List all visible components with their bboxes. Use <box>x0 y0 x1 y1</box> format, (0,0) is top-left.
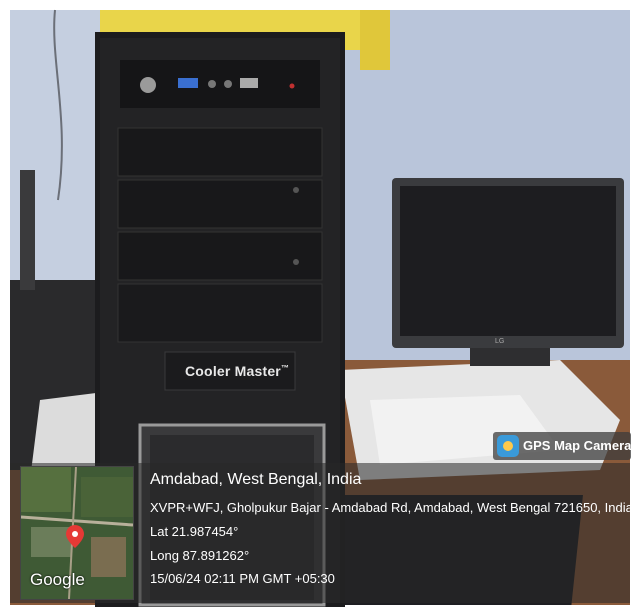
location-address: XVPR+WFJ, Gholpukur Bajar - Amdabad Rd, … <box>150 500 633 515</box>
svg-text:LG: LG <box>495 338 504 345</box>
location-title: Amdabad, West Bengal, India <box>150 471 362 488</box>
timestamp: 15/06/24 02:11 PM GMT +05:30 <box>150 571 335 586</box>
longitude: Long 87.891262° <box>150 548 250 563</box>
google-attribution: Google <box>30 570 85 589</box>
power-button <box>140 77 156 93</box>
badge-label: GPS Map Camera <box>523 438 632 453</box>
gps-map-camera-badge: GPS Map Camera <box>493 432 631 460</box>
gps-map-camera-icon <box>497 435 519 457</box>
latitude: Lat 21.987454° <box>150 524 239 539</box>
cabinet-brand-label: Cooler Master™ <box>185 363 290 379</box>
